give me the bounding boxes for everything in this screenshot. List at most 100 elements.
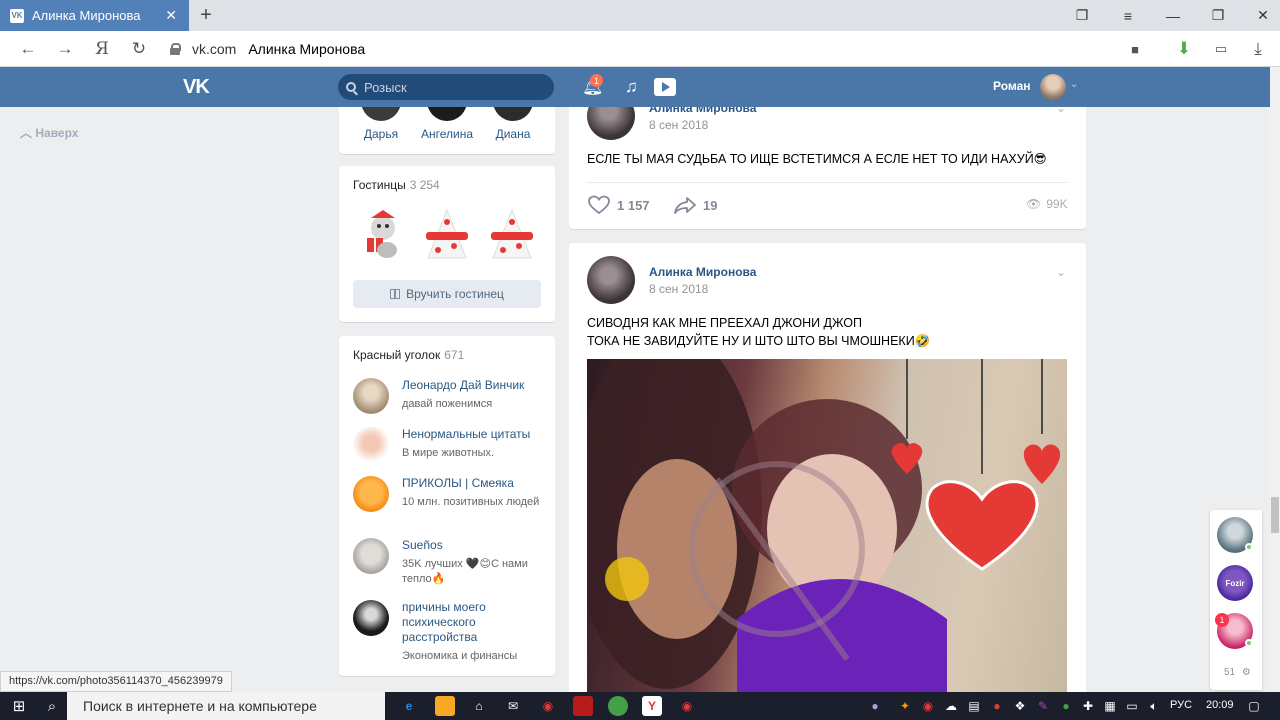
- post-photo[interactable]: [587, 359, 1067, 692]
- battery-icon[interactable]: ▭: [1209, 37, 1233, 61]
- post-date[interactable]: 8 сен 2018: [649, 118, 708, 132]
- gift-tree-icon[interactable]: [418, 206, 476, 264]
- header-avatar[interactable]: [1040, 74, 1066, 100]
- vk-header: VK 🔔︎ 1 ♫ Роман ⌄: [0, 67, 1270, 107]
- back-to-top-link[interactable]: ︿ Наверх: [20, 124, 78, 141]
- torrent-tray-icon[interactable]: ●: [1056, 696, 1076, 716]
- yandex-browser-icon[interactable]: Y: [642, 696, 662, 716]
- group-desc: 10 млн. позитивных людей: [402, 496, 540, 508]
- vk-search[interactable]: [338, 74, 554, 100]
- new-tab-button[interactable]: +: [196, 4, 216, 26]
- bookmark-icon[interactable]: ■: [1123, 37, 1147, 61]
- tray-icon[interactable]: ▤: [964, 696, 984, 716]
- restore-button[interactable]: ❐: [1198, 0, 1238, 31]
- online-dot: [1245, 543, 1253, 551]
- store-icon[interactable]: ⌂: [469, 696, 489, 716]
- post-author-name[interactable]: Алинка Миронова: [649, 265, 756, 279]
- close-window-button[interactable]: ✕: [1243, 0, 1280, 31]
- torrent-icon[interactable]: [608, 696, 628, 716]
- friend-item[interactable]: Дарья: [351, 107, 411, 141]
- music-icon[interactable]: ♫: [625, 77, 638, 97]
- clock[interactable]: 20:09: [1206, 699, 1234, 711]
- download-manager-icon[interactable]: ⬇: [1172, 37, 1196, 61]
- post-author-avatar[interactable]: [587, 107, 635, 140]
- group-name[interactable]: Леонардо Дай Винчик: [402, 378, 542, 393]
- scrollbar-thumb[interactable]: [1271, 497, 1279, 533]
- language-indicator[interactable]: РУС: [1170, 699, 1192, 711]
- record-icon[interactable]: ◉: [538, 696, 558, 716]
- post-author-name[interactable]: Алинка Миронова: [649, 107, 756, 115]
- video-play-icon[interactable]: [654, 78, 676, 96]
- menu-icon[interactable]: ≡: [1108, 0, 1148, 31]
- cloud-icon[interactable]: ☁: [941, 696, 961, 716]
- friend-item[interactable]: Ангелина: [417, 107, 477, 141]
- downloads-icon[interactable]: ⤓: [1246, 37, 1270, 61]
- search-icon[interactable]: ⌕: [42, 696, 62, 716]
- tray-icon[interactable]: ●: [865, 696, 885, 716]
- like-button[interactable]: 1 157: [587, 195, 650, 215]
- search-input[interactable]: [364, 79, 544, 95]
- gifts-card: Гостинцы 3 254 Вручить гостинец: [339, 166, 555, 322]
- group-avatar: [353, 476, 389, 512]
- yandex-button[interactable]: Я: [90, 37, 114, 61]
- bookmarks-icon[interactable]: ❐: [1062, 0, 1102, 31]
- tray-icon[interactable]: ✦: [895, 696, 915, 716]
- minimize-button[interactable]: —: [1153, 0, 1193, 31]
- browser-tab[interactable]: VK Алинка Миронова ✕: [0, 0, 189, 31]
- close-tab-icon[interactable]: ✕: [165, 7, 177, 24]
- reload-icon[interactable]: ↻: [127, 37, 151, 61]
- share-button[interactable]: 19: [673, 195, 717, 215]
- friend-item[interactable]: Диана: [483, 107, 543, 141]
- edge-icon[interactable]: e: [399, 696, 419, 716]
- post-author-avatar[interactable]: [587, 256, 635, 304]
- chat-avatar-label: Fozir: [1225, 578, 1245, 588]
- post-divider: [587, 182, 1067, 183]
- gift-tree-icon[interactable]: [483, 206, 541, 264]
- app-icon[interactable]: [573, 696, 593, 716]
- send-gift-button[interactable]: Вручить гостинец: [353, 280, 541, 308]
- chat-avatar[interactable]: Fozir: [1217, 565, 1253, 601]
- post-text-line: ТОКА НЕ ЗАВИДУЙТЕ НУ И ШТО ШТО ВЫ ЧМОШНЕ…: [587, 334, 931, 348]
- groups-card: Красный уголок 671 Леонардо Дай Винчик да…: [339, 336, 555, 676]
- tray-icon[interactable]: ✚: [1078, 696, 1098, 716]
- network-icon[interactable]: ▦: [1100, 696, 1120, 716]
- group-name[interactable]: причины моего психического расстройства: [402, 600, 542, 645]
- notifications-icon[interactable]: ▢: [1244, 696, 1264, 716]
- battery-icon[interactable]: ▭: [1122, 696, 1142, 716]
- gift-cat-icon[interactable]: [353, 206, 411, 264]
- taskbar-search-input[interactable]: Поиск в интернете и на компьютере: [67, 692, 385, 720]
- back-button[interactable]: ←: [16, 37, 40, 61]
- windows-start-icon[interactable]: ⊞: [9, 696, 29, 716]
- forward-button[interactable]: →: [53, 37, 77, 61]
- post-text-line: СИВОДНЯ КАК МНЕ ПРЕЕХАЛ ДЖОНИ ДЖОП: [587, 316, 862, 330]
- post-date[interactable]: 8 сен 2018: [649, 282, 708, 296]
- eye-icon: 👁︎: [1026, 197, 1042, 211]
- tray-icon[interactable]: ❖: [1010, 696, 1030, 716]
- group-name[interactable]: Ненормальные цитаты: [402, 427, 542, 442]
- record-icon[interactable]: ◉: [677, 696, 697, 716]
- group-name[interactable]: ПРИКОЛЫ | Смеяка: [402, 476, 542, 491]
- url-field[interactable]: vk.com Алинка Миронова: [170, 37, 1150, 61]
- tray-icon[interactable]: ✎: [1033, 696, 1053, 716]
- chat-count[interactable]: 51 ⚙: [1224, 667, 1251, 678]
- post-photo-image: [587, 359, 1061, 692]
- post-menu-chevron-icon[interactable]: ⌄: [1056, 265, 1066, 279]
- vk-logo-icon[interactable]: VK: [183, 76, 210, 99]
- groups-title[interactable]: Красный уголок 671: [353, 348, 464, 362]
- views-counter: 👁︎ 99K: [1026, 197, 1068, 211]
- mail-icon[interactable]: ✉: [503, 696, 523, 716]
- gifts-title[interactable]: Гостинцы 3 254: [353, 178, 440, 192]
- tray-icon[interactable]: ◉: [918, 696, 938, 716]
- file-explorer-icon[interactable]: [435, 696, 455, 716]
- chevron-down-icon[interactable]: ⌄: [1070, 79, 1078, 90]
- tray-icon[interactable]: ●: [987, 696, 1007, 716]
- friend-name: Дарья: [363, 127, 399, 141]
- volume-icon[interactable]: 🔈︎: [1144, 696, 1164, 716]
- group-name[interactable]: Sueños: [402, 538, 542, 553]
- group-avatar: [353, 600, 389, 636]
- header-username[interactable]: Роман: [993, 79, 1031, 93]
- address-bar-row: ← → Я ↻ vk.com Алинка Миронова ■ ⬇ ▭ ⤓: [0, 31, 1280, 67]
- post-menu-chevron-icon[interactable]: ⌄: [1056, 107, 1066, 115]
- gifts-title-label: Гостинцы: [353, 178, 406, 192]
- page-scrollbar[interactable]: [1270, 67, 1280, 692]
